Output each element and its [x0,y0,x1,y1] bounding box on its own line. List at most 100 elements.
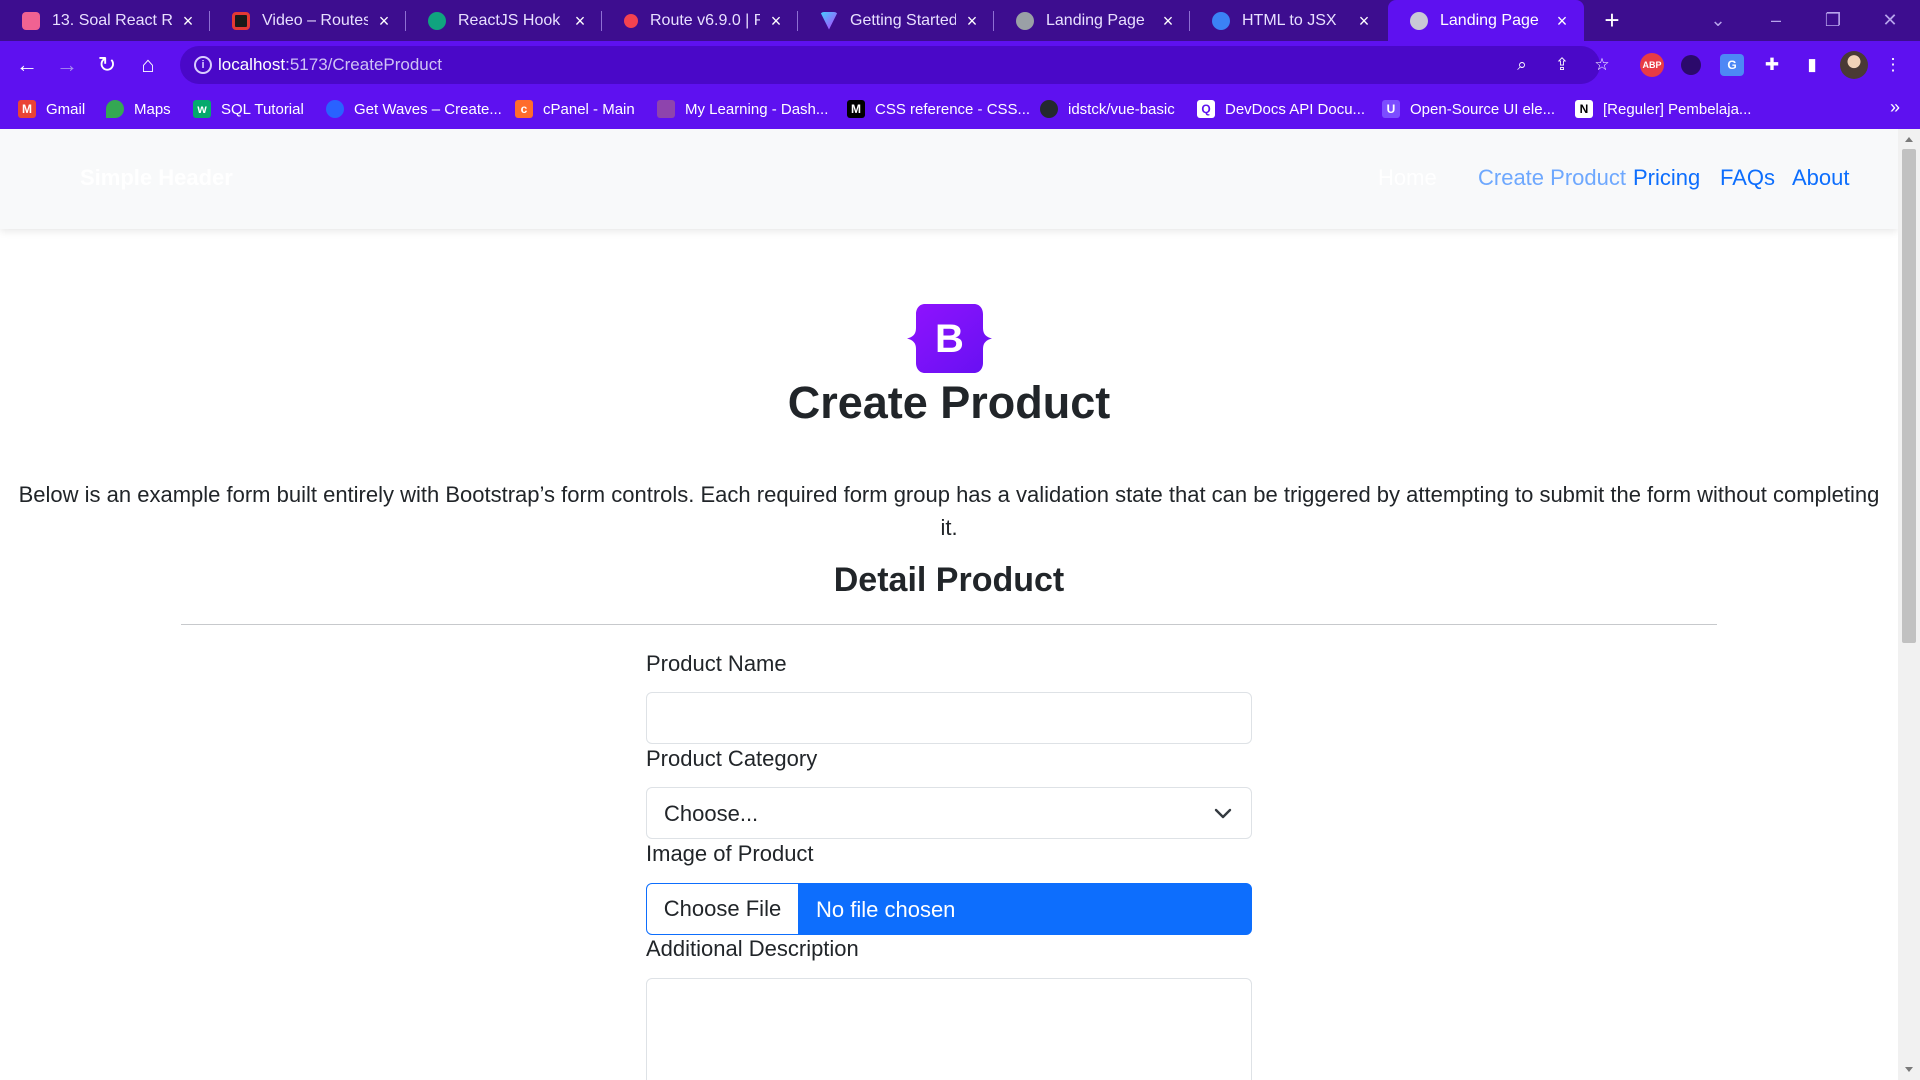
additional-description-label: Additional Description [646,936,859,961]
adblock-plus-icon[interactable]: ABP [1640,53,1664,77]
restore-icon[interactable]: ❐ [1821,8,1845,32]
nav-pricing[interactable]: Pricing [1633,165,1700,191]
logo-letter: B [935,317,964,361]
product-name-input[interactable] [646,692,1252,744]
scroll-down-arrow[interactable] [1905,1067,1913,1072]
vite-icon [820,11,838,30]
browser-tab-strip: 13. Soal React Ro × Video – Routes (6 × … [0,0,1920,41]
back-icon[interactable]: ← [13,51,41,79]
extension-icon[interactable] [1681,55,1701,75]
bookmark-cpanel[interactable]: c cPanel - Main [515,89,635,129]
browser-tab[interactable]: Video – Routes (6 × [210,0,406,41]
browser-tab[interactable]: HTML to JSX × [1190,0,1386,41]
tab-title: Route v6.9.0 | Rea [650,11,760,29]
bookmark-css-reference[interactable]: M CSS reference - CSS... [847,89,1030,129]
page-scrollbar[interactable] [1898,129,1920,1080]
bookmarks-bar: M Gmail Maps w SQL Tutorial Get Waves – … [0,89,1920,129]
tab-title: HTML to JSX [1242,11,1337,29]
site-brand[interactable]: Simple Header [80,165,233,191]
nav-home[interactable]: Home [1378,165,1437,191]
product-name-label: Product Name [646,651,787,676]
cpanel-icon: c [515,100,533,118]
nav-create-product[interactable]: Create Product [1478,165,1626,191]
close-icon[interactable]: × [572,12,588,30]
close-icon[interactable]: × [1554,12,1570,30]
home-icon[interactable]: ⌂ [134,51,162,79]
extensions-puzzle-icon[interactable]: ✚ [1759,52,1785,78]
forward-icon[interactable]: → [53,51,81,79]
close-icon[interactable]: × [964,12,980,30]
product-category-select[interactable]: Choose... [646,787,1252,839]
address-bar-url[interactable]: localhost:5173/CreateProduct [218,55,442,75]
scroll-up-arrow[interactable] [1905,137,1913,142]
close-icon[interactable]: × [768,12,784,30]
devdocs-icon: Q [1197,100,1215,118]
bookmark-gmail[interactable]: M Gmail [18,89,85,129]
choose-file-button[interactable]: Choose File [647,884,799,934]
waves-icon [326,100,344,118]
chevron-down-icon [1214,808,1232,819]
bookmark-maps[interactable]: Maps [106,89,171,129]
notion-icon: N [1575,100,1593,118]
bookmarks-overflow-icon[interactable]: » [1890,97,1900,118]
close-icon[interactable]: × [1356,12,1372,30]
additional-description-textarea[interactable] [646,978,1252,1080]
menu-kebab-icon[interactable]: ⋮ [1880,52,1906,78]
video-icon [232,11,250,30]
nav-about[interactable]: About [1792,165,1850,191]
page-viewport: Simple Header Home Create Product Pricin… [0,129,1898,1080]
product-category-label: Product Category [646,746,818,771]
globe-icon [1016,11,1034,30]
side-panel-icon[interactable]: ▮ [1799,52,1825,78]
w3schools-icon: w [193,100,211,118]
react-router-icon [624,13,638,28]
tab-title: Landing Page [1046,11,1145,29]
tab-title: Landing Page [1440,11,1539,29]
bookmark-sql-tutorial[interactable]: w SQL Tutorial [193,89,304,129]
window-close-icon[interactable]: ✕ [1878,8,1902,32]
bookmark-get-waves[interactable]: Get Waves – Create... [326,89,502,129]
bookmark-my-learning[interactable]: My Learning - Dash... [657,89,828,129]
section-title: Detail Product [833,561,1065,599]
browser-tab[interactable]: 13. Soal React Ro × [0,0,210,41]
transform-icon [1212,11,1230,30]
browser-tab[interactable]: Landing Page × [994,0,1190,41]
tab-title: 13. Soal React Ro [52,11,172,29]
nav-faqs[interactable]: FAQs [1720,165,1775,191]
bookmark-pembelajaran[interactable]: N [Reguler] Pembelaja... [1575,89,1751,129]
browser-tab[interactable]: Route v6.9.0 | Rea × [602,0,798,41]
browser-tab[interactable]: Getting Started | V × [798,0,994,41]
browser-tab-active[interactable]: Landing Page × [1388,0,1584,41]
minimize-icon[interactable]: – [1764,8,1788,32]
new-tab-button[interactable]: + [1598,6,1626,34]
tab-title: ReactJS Hook Fitu [458,11,564,29]
close-icon[interactable]: × [1160,12,1176,30]
scrollbar-thumb[interactable] [1902,149,1916,643]
tab-search-icon[interactable]: ⌄ [1706,8,1730,32]
chatgpt-icon [428,11,446,30]
bootstrap-logo: B [907,304,992,373]
browser-toolbar: ← → ↻ ⌂ i localhost:5173/CreateProduct ⌕… [0,41,1920,89]
ui-icon: U [1382,100,1400,118]
image-of-product-label: Image of Product [646,841,814,866]
translate-icon[interactable]: G [1720,54,1744,76]
bookmark-star-icon[interactable]: ☆ [1589,52,1615,78]
site-info-icon[interactable]: i [194,56,212,74]
profile-avatar[interactable] [1840,51,1868,79]
product-image-file-input[interactable]: Choose File No file chosen [646,883,1252,935]
bookmark-vue-basic[interactable]: idstck/vue-basic [1040,89,1175,129]
site-header: Simple Header Home Create Product Pricin… [0,129,1898,229]
maps-icon [106,100,124,118]
selected-option: Choose... [664,801,759,826]
bookmark-devdocs[interactable]: Q DevDocs API Docu... [1197,89,1365,129]
bookmark-open-source-ui[interactable]: U Open-Source UI ele... [1382,89,1555,129]
reload-icon[interactable]: ↻ [93,51,121,79]
share-icon[interactable]: ⇪ [1549,52,1575,78]
bookmark-icon [22,11,40,30]
address-bar[interactable]: i localhost:5173/CreateProduct [180,46,1600,84]
zoom-icon[interactable]: ⌕ [1509,52,1535,78]
close-icon[interactable]: × [180,12,196,30]
browser-tab[interactable]: ReactJS Hook Fitu × [406,0,602,41]
tab-title: Video – Routes (6 [262,11,368,29]
close-icon[interactable]: × [376,12,392,30]
